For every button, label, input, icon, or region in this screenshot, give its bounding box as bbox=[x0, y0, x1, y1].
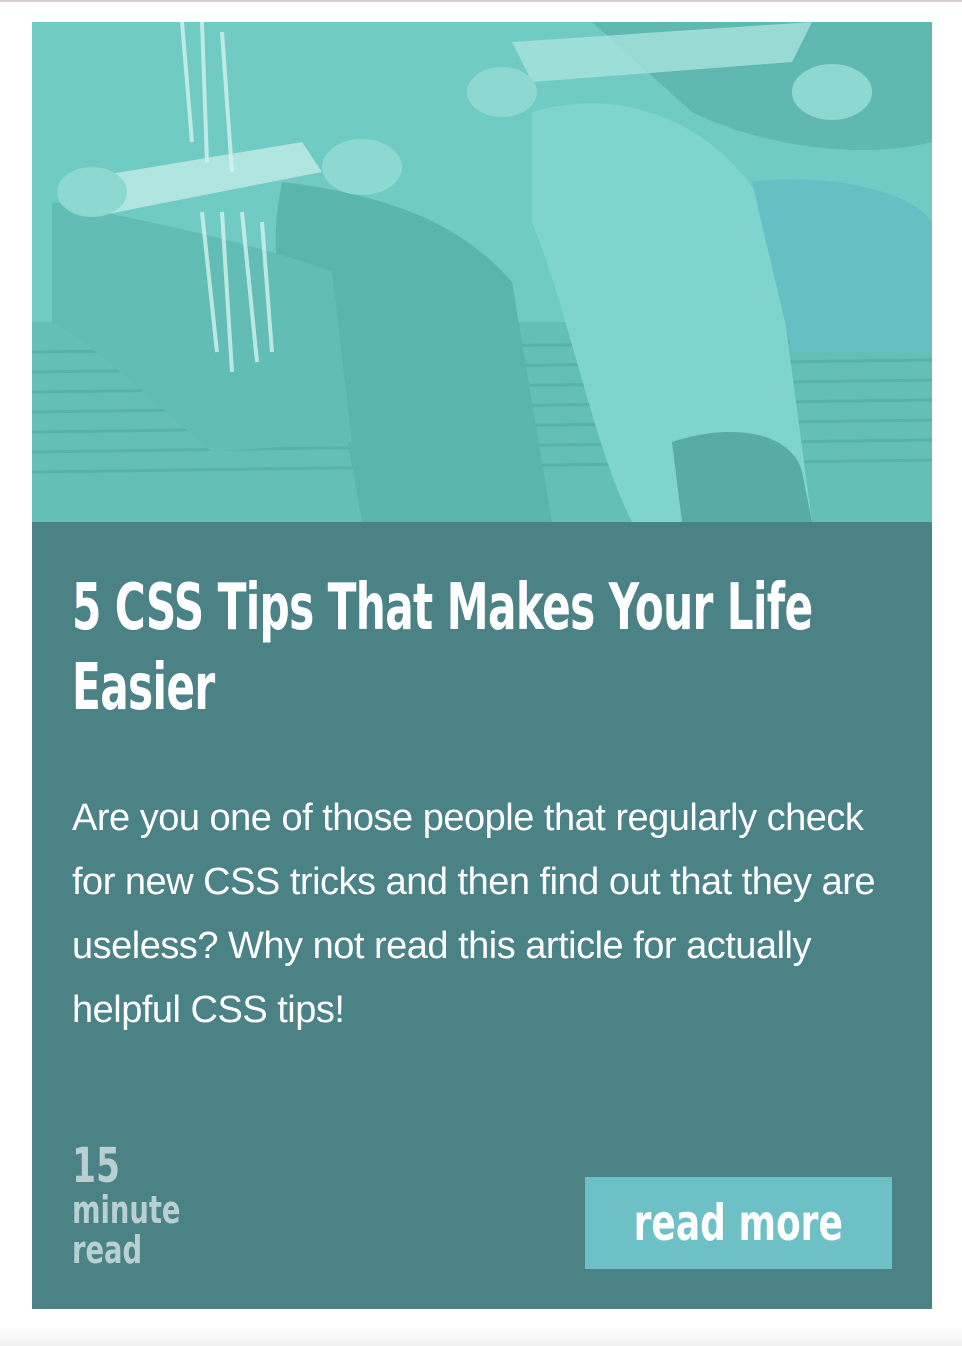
bottom-shadow bbox=[0, 1326, 962, 1346]
top-divider bbox=[0, 0, 962, 2]
article-card: 5 CSS Tips That Makes Your Life Easier A… bbox=[32, 22, 932, 1309]
read-time-unit-read: read bbox=[72, 1228, 143, 1272]
read-more-label: read more bbox=[633, 1194, 844, 1252]
card-content: 5 CSS Tips That Makes Your Life Easier bbox=[72, 568, 902, 728]
read-time-number: 15 bbox=[72, 1138, 121, 1194]
article-excerpt: Are you one of those people that regular… bbox=[72, 797, 876, 1031]
read-time: 15 minute read bbox=[72, 1142, 180, 1270]
read-time-unit-minute: minute bbox=[72, 1188, 181, 1232]
hero-image bbox=[32, 22, 932, 522]
read-more-button[interactable]: read more bbox=[585, 1177, 892, 1269]
article-title[interactable]: 5 CSS Tips That Makes Your Life Easier bbox=[72, 568, 904, 728]
